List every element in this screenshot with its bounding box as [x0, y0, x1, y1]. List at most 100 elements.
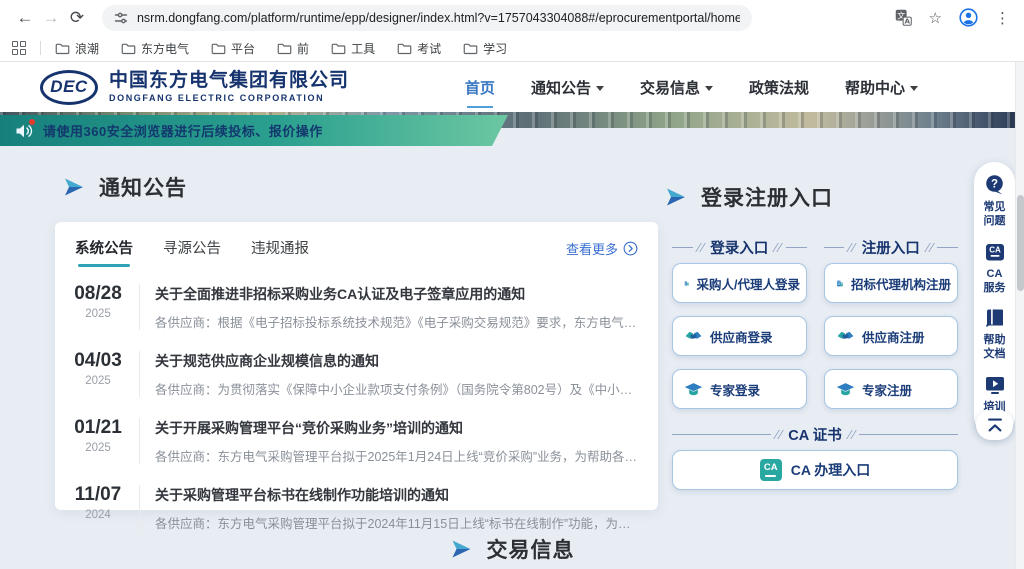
collapse-rail-button[interactable]: [976, 410, 1013, 440]
dec-logo[interactable]: DEC: [40, 70, 98, 105]
ca-apply-button[interactable]: CA CA 办理入口: [672, 450, 958, 490]
notice-date-day: 01/21: [63, 417, 133, 439]
decorative-line: [672, 247, 693, 248]
page-scrollbar[interactable]: [1015, 62, 1024, 569]
menu-dots-icon[interactable]: ⋮: [995, 9, 1010, 27]
rail-item-ca-service[interactable]: CA CA 服务: [983, 240, 1007, 296]
bookmark-folder[interactable]: 考试: [397, 40, 441, 57]
nav-item-help-center[interactable]: 帮助中心: [845, 71, 918, 104]
decorative-slashes: [698, 243, 703, 252]
nav-item-policies[interactable]: 政策法规: [749, 71, 809, 104]
rail-item-help-docs[interactable]: 帮助 文档: [983, 306, 1007, 362]
bookmark-label: 前: [297, 40, 309, 57]
scrollbar-thumb[interactable]: [1017, 195, 1024, 291]
bookmark-star-icon[interactable]: ☆: [929, 9, 942, 27]
company-name-cn: 中国东方电气集团有限公司: [109, 71, 349, 92]
page: ← → ⟳ nsrm.dongfang.com/platform/runtime…: [0, 0, 1024, 569]
notice-title[interactable]: 关于规范供应商企业规模信息的通知: [155, 351, 640, 371]
url-bar[interactable]: nsrm.dongfang.com/platform/runtime/epp/d…: [102, 5, 752, 31]
nav-label: 通知公告: [531, 77, 591, 98]
button-label: 专家登录: [710, 380, 760, 399]
login-group-head: 登录入口: [672, 237, 807, 258]
circle-arrow-right-icon: [623, 241, 638, 256]
notice-title[interactable]: 关于全面推进非招标采购业务CA认证及电子签章应用的通知: [155, 284, 640, 304]
speaker-icon: [14, 121, 34, 141]
bookmark-folder[interactable]: 浪潮: [55, 40, 99, 57]
trade-section-head: 交易信息: [450, 534, 575, 564]
browser-chrome: ← → ⟳ nsrm.dongfang.com/platform/runtime…: [0, 0, 1024, 62]
back-icon[interactable]: ←: [12, 8, 38, 28]
nav-item-notices[interactable]: 通知公告: [531, 71, 604, 104]
tune-icon[interactable]: [114, 11, 128, 25]
training-video-icon: [983, 373, 1007, 397]
bookmark-folder[interactable]: 学习: [463, 40, 507, 57]
tab-system-notices[interactable]: 系统公告: [75, 237, 133, 267]
profile-avatar-icon[interactable]: [959, 8, 978, 27]
bookmark-folder[interactable]: 东方电气: [121, 40, 189, 57]
notice-date: 08/28 2025: [63, 283, 133, 320]
decorative-line: [672, 434, 771, 435]
bookmark-folder[interactable]: 前: [277, 40, 309, 57]
decorative-slashes: [927, 243, 932, 252]
decorative-line: [786, 247, 807, 248]
decorative-slashes: [775, 243, 780, 252]
decorative-line: [859, 434, 958, 435]
purchaser-agent-login-button[interactable]: 采购人/代理人登录: [672, 263, 807, 303]
browser-actions: 文 A ☆ ⋮: [895, 8, 1012, 27]
refresh-icon[interactable]: ⟳: [64, 8, 90, 28]
browser-toolbar: ← → ⟳ nsrm.dongfang.com/platform/runtime…: [0, 0, 1024, 35]
notice-desc: 各供应商：东方电气采购管理平台拟于2025年1月24日上线“竞价采购”业务，为帮…: [155, 446, 640, 465]
bookmark-label: 浪潮: [75, 40, 99, 57]
bookmarks-bar: 浪潮 东方电气 平台 前 工具 考试: [0, 35, 1024, 61]
bookmark-label: 工具: [351, 40, 375, 57]
supplier-login-button[interactable]: 供应商登录: [672, 316, 807, 356]
help-doc-icon: [983, 306, 1007, 330]
register-group-label: 注册入口: [860, 237, 922, 258]
handshake-icon: [836, 327, 855, 346]
supplier-register-button[interactable]: 供应商注册: [824, 316, 958, 356]
notice-date: 04/03 2025: [63, 350, 133, 387]
notice-desc: 各供应商：为贯彻落实《保障中小企业款项支付条例》（国务院令第802号）及《中小企…: [155, 379, 640, 398]
forward-icon[interactable]: →: [38, 8, 64, 28]
graduation-cap-icon: [836, 380, 855, 399]
notice-item[interactable]: 11/07 2024 关于采购管理平台标书在线制作功能培训的通知 各供应商：东方…: [63, 474, 640, 541]
tab-violation-reports[interactable]: 违规通报: [251, 237, 309, 267]
bookmark-folder[interactable]: 工具: [331, 40, 375, 57]
divider: [139, 351, 140, 397]
notice-item[interactable]: 01/21 2025 关于开展采购管理平台“竞价采购业务”培训的通知 各供应商：…: [63, 407, 640, 474]
notice-title[interactable]: 关于采购管理平台标书在线制作功能培训的通知: [155, 485, 640, 505]
view-more-link[interactable]: 查看更多: [566, 239, 638, 266]
button-label: 供应商登录: [710, 327, 773, 346]
translate-icon[interactable]: 文 A: [895, 9, 912, 26]
login-register-buttons: 采购人/代理人登录 招标代理机构注册 供应商登录 供应商注: [672, 263, 958, 409]
bookmark-folder[interactable]: 平台: [211, 40, 255, 57]
ca-group-label: CA 证书: [786, 424, 843, 445]
notice-item[interactable]: 04/03 2025 关于规范供应商企业规模信息的通知 各供应商：为贯彻落实《保…: [63, 340, 640, 407]
notice-body: 关于全面推进非招标采购业务CA认证及电子签章应用的通知 各供应商：根据《电子招标…: [155, 283, 640, 331]
site-header: DEC 中国东方电气集团有限公司 DONGFANG ELECTRIC CORPO…: [0, 62, 1024, 112]
url-text[interactable]: nsrm.dongfang.com/platform/runtime/epp/d…: [137, 11, 740, 25]
company-name: 中国东方电气集团有限公司 DONGFANG ELECTRIC CORPORATI…: [109, 71, 349, 104]
bidding-agency-register-button[interactable]: 招标代理机构注册: [824, 263, 958, 303]
tab-sourcing-notices[interactable]: 寻源公告: [163, 237, 221, 267]
bookmark-label: 平台: [231, 40, 255, 57]
rail-item-faq[interactable]: ? 常见 问题: [983, 173, 1007, 229]
notices-card: 系统公告 寻源公告 违规通报 查看更多 08/28 2025 关: [55, 222, 658, 510]
notice-title[interactable]: 关于开展采购管理平台“竞价采购业务”培训的通知: [155, 418, 640, 438]
folder-icon: [211, 42, 226, 55]
apps-grid-icon[interactable]: [12, 41, 26, 55]
expert-register-button[interactable]: 专家注册: [824, 369, 958, 409]
graduation-cap-icon: [684, 380, 703, 399]
notice-body: 关于规范供应商企业规模信息的通知 各供应商：为贯彻落实《保障中小企业款项支付条例…: [155, 350, 640, 398]
notice-body: 关于开展采购管理平台“竞价采购业务”培训的通知 各供应商：东方电气采购管理平台拟…: [155, 417, 640, 465]
nav-item-home[interactable]: 首页: [465, 71, 495, 104]
section-title: 通知公告: [99, 172, 187, 202]
svg-text:?: ?: [990, 179, 997, 191]
notice-date: 11/07 2024: [63, 484, 133, 521]
notice-item[interactable]: 08/28 2025 关于全面推进非招标采购业务CA认证及电子签章应用的通知 各…: [63, 273, 640, 340]
login-register-group-heads: 登录入口 注册入口: [672, 237, 958, 258]
svg-text:CA: CA: [989, 245, 1001, 254]
expert-login-button[interactable]: 专家登录: [672, 369, 807, 409]
decorative-line: [937, 247, 958, 248]
nav-item-trade-info[interactable]: 交易信息: [640, 71, 713, 104]
